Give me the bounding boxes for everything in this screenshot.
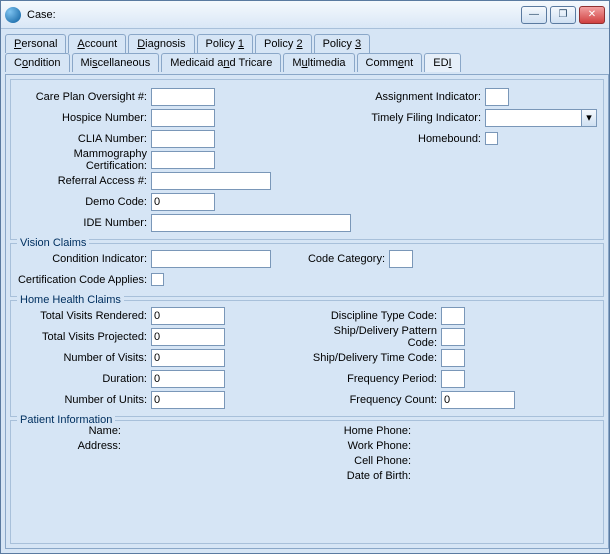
app-icon xyxy=(5,7,21,23)
pi-dob-label: Date of Birth: xyxy=(307,470,417,485)
pi-work-val xyxy=(417,440,597,455)
spc-input[interactable] xyxy=(441,328,465,346)
tab-diagnosis[interactable]: Diagnosis xyxy=(128,34,194,53)
assign-input[interactable] xyxy=(485,88,509,106)
tabs-row-2: ConditionMiscellaneousMedicaid and Trica… xyxy=(5,52,609,71)
pi-addr-label: Address: xyxy=(17,440,127,455)
stc-label: Ship/Delivery Time Code: xyxy=(307,352,437,364)
tvr-label: Total Visits Rendered: xyxy=(17,310,147,322)
cond-ind-input[interactable] xyxy=(151,250,271,268)
tab-multimedia[interactable]: Multimedia xyxy=(283,53,354,72)
pi-cell-label: Cell Phone: xyxy=(307,455,417,470)
mammo-input[interactable] xyxy=(151,151,215,169)
home-health-group: Home Health Claims Total Visits Rendered… xyxy=(10,300,604,417)
clia-label: CLIA Number: xyxy=(17,133,147,145)
hospice-input[interactable] xyxy=(151,109,215,127)
pi-name-label: Name: xyxy=(17,425,127,440)
nov-label: Number of Visits: xyxy=(17,352,147,364)
window-title: Case: xyxy=(27,9,521,21)
pi-home-label: Home Phone: xyxy=(307,425,417,440)
dtc-label: Discipline Type Code: xyxy=(307,310,437,322)
code-cat-label: Code Category: xyxy=(275,253,385,265)
pi-home-val xyxy=(417,425,597,440)
titlebar[interactable]: Case: — ❐ ✕ xyxy=(1,1,609,29)
stc-input[interactable] xyxy=(441,349,465,367)
tab-comment[interactable]: Comment xyxy=(357,53,423,72)
tabs-row-1: PersonalAccountDiagnosisPolicy 1Policy 2… xyxy=(5,33,609,52)
minimize-button[interactable]: — xyxy=(521,6,547,24)
timely-input[interactable] xyxy=(485,109,581,127)
cert-checkbox[interactable] xyxy=(151,273,164,286)
dtc-input[interactable] xyxy=(441,307,465,325)
homebound-checkbox[interactable] xyxy=(485,132,498,145)
patient-title: Patient Information xyxy=(17,414,115,426)
homebound-label: Homebound: xyxy=(351,133,481,145)
referral-input[interactable] xyxy=(151,172,271,190)
tab-policy-1[interactable]: Policy 1 xyxy=(197,34,254,53)
tab-personal[interactable]: Personal xyxy=(5,34,66,53)
maximize-button[interactable]: ❐ xyxy=(550,6,576,24)
tab-policy-3[interactable]: Policy 3 xyxy=(314,34,371,53)
nou-label: Number of Units: xyxy=(17,394,147,406)
dur-label: Duration: xyxy=(17,373,147,385)
pi-dob-val xyxy=(417,470,597,485)
care-plan-input[interactable] xyxy=(151,88,215,106)
patient-info-group: Patient Information Name: Address: Home … xyxy=(10,420,604,544)
referral-label: Referral Access #: xyxy=(17,175,147,187)
pi-name-val xyxy=(127,425,307,440)
fp-label: Frequency Period: xyxy=(307,373,437,385)
hospice-label: Hospice Number: xyxy=(17,112,147,124)
pi-cell-val xyxy=(417,455,597,470)
pi-addr-val xyxy=(127,440,307,455)
cond-ind-label: Condition Indicator: xyxy=(17,253,147,265)
mammo-label: Mammography Certification: xyxy=(17,148,147,172)
fp-input[interactable] xyxy=(441,370,465,388)
fc-label: Frequency Count: xyxy=(307,394,437,406)
demo-label: Demo Code: xyxy=(17,196,147,208)
care-plan-label: Care Plan Oversight #: xyxy=(17,91,147,103)
ide-input[interactable] xyxy=(151,214,351,232)
case-window: Case: — ❐ ✕ PersonalAccountDiagnosisPoli… xyxy=(0,0,610,554)
chevron-down-icon[interactable]: ▾ xyxy=(581,109,597,127)
tab-condition[interactable]: Condition xyxy=(5,53,70,72)
spc-label: Ship/Delivery Pattern Code: xyxy=(307,325,437,349)
clia-input[interactable] xyxy=(151,130,215,148)
tvp-label: Total Visits Projected: xyxy=(17,331,147,343)
tvr-input[interactable] xyxy=(151,307,225,325)
home-title: Home Health Claims xyxy=(17,294,124,306)
tab-policy-2[interactable]: Policy 2 xyxy=(255,34,312,53)
timely-dropdown[interactable]: ▾ xyxy=(485,109,597,127)
tvp-input[interactable] xyxy=(151,328,225,346)
nou-input[interactable] xyxy=(151,391,225,409)
cert-label: Certification Code Applies: xyxy=(17,274,147,286)
demo-input[interactable] xyxy=(151,193,215,211)
tab-miscellaneous[interactable]: Miscellaneous xyxy=(72,53,160,72)
vision-group: Vision Claims Condition Indicator: Code … xyxy=(10,243,604,297)
tab-account[interactable]: Account xyxy=(68,34,126,53)
edi-group: Care Plan Oversight #: Hospice Number: C… xyxy=(10,79,604,240)
code-cat-input[interactable] xyxy=(389,250,413,268)
tab-panel-edi: Care Plan Oversight #: Hospice Number: C… xyxy=(5,74,609,549)
ide-label: IDE Number: xyxy=(17,217,147,229)
tab-edi[interactable]: EDI xyxy=(424,53,460,72)
pi-work-label: Work Phone: xyxy=(307,440,417,455)
fc-input[interactable] xyxy=(441,391,515,409)
timely-label: Timely Filing Indicator: xyxy=(351,112,481,124)
assign-label: Assignment Indicator: xyxy=(351,91,481,103)
vision-title: Vision Claims xyxy=(17,237,89,249)
tab-medicaid-and-tricare[interactable]: Medicaid and Tricare xyxy=(161,53,281,72)
nov-input[interactable] xyxy=(151,349,225,367)
dur-input[interactable] xyxy=(151,370,225,388)
close-button[interactable]: ✕ xyxy=(579,6,605,24)
